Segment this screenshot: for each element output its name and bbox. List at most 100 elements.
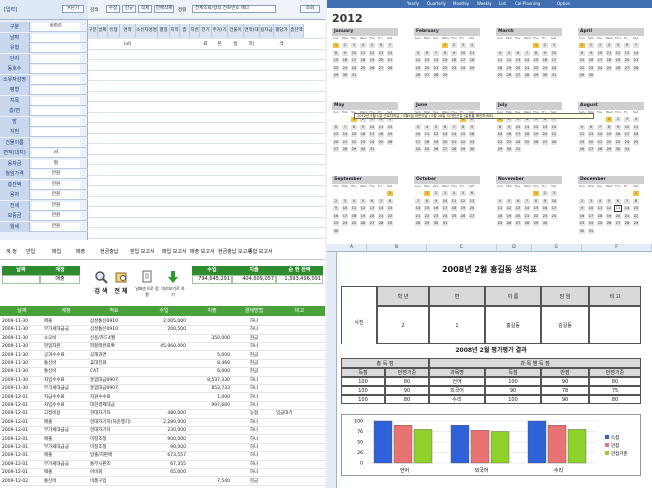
form-field[interactable]: 만원 [32, 180, 80, 189]
day-cell[interactable]: 2 [578, 197, 586, 205]
day-cell[interactable]: 8 [386, 197, 394, 205]
ledger-row[interactable]: 2009-12-01 부가세대급금 현대자기차 230,000 하나 [0, 427, 325, 436]
day-cell[interactable]: 23 [359, 138, 367, 146]
day-cell[interactable]: 13 [332, 131, 340, 138]
day-cell[interactable]: 6 [614, 197, 622, 205]
day-cell[interactable]: 4 [605, 42, 613, 49]
day-cell[interactable]: 25 [496, 72, 504, 79]
day-cell[interactable]: 22 [578, 64, 586, 72]
day-cell[interactable]: 26 [459, 212, 467, 220]
day-cell[interactable]: 12 [414, 57, 422, 64]
grid-column-header[interactable]: 날짜 [98, 24, 108, 38]
edit-button[interactable]: 수정 [106, 5, 120, 13]
day-cell[interactable]: 8 [578, 49, 586, 57]
day-cell[interactable]: 19 [578, 138, 586, 146]
day-cell[interactable]: 13 [377, 49, 385, 57]
all-button[interactable]: 전 체 [108, 270, 134, 302]
day-cell[interactable]: 23 [468, 138, 476, 146]
day-cell[interactable]: 18 [596, 212, 604, 220]
day-cell[interactable]: 10 [368, 123, 376, 131]
day-cell[interactable]: 27 [368, 220, 376, 227]
day-cell[interactable]: 17 [514, 131, 522, 138]
day-cell[interactable]: 12 [505, 205, 513, 212]
day-cell[interactable]: 19 [459, 205, 467, 212]
ledger-row[interactable]: 2009-12-01 부가세대급금 미정조정 90,000 하나 [0, 444, 325, 453]
day-cell[interactable]: 30 [359, 146, 367, 153]
day-cell[interactable]: 12 [386, 123, 394, 131]
day-cell[interactable]: 20 [541, 131, 549, 138]
day-cell[interactable]: 22 [423, 212, 431, 220]
day-cell[interactable]: 15 [605, 131, 613, 138]
day-cell[interactable]: 11 [596, 205, 604, 212]
day-cell[interactable]: 13 [441, 131, 449, 138]
ledger-tab[interactable]: 매입 [52, 248, 61, 255]
day-cell[interactable]: 14 [414, 205, 422, 212]
day-cell[interactable]: 10 [441, 197, 449, 205]
calendar-menu-item[interactable]: List [499, 0, 506, 8]
grid-column-header[interactable]: 건물이름 [228, 24, 244, 47]
day-cell[interactable]: 14 [623, 205, 631, 212]
day-cell[interactable]: 12 [605, 205, 613, 212]
day-cell[interactable]: 25 [359, 64, 367, 72]
day-cell[interactable]: 6 [441, 123, 449, 131]
day-cell[interactable]: 26 [605, 220, 613, 227]
day-cell[interactable]: 14 [523, 205, 531, 212]
day-cell[interactable]: 23 [614, 138, 622, 146]
form-field[interactable]: 만원 [32, 222, 80, 231]
day-cell[interactable]: 29 [441, 72, 449, 79]
day-cell[interactable]: 26 [505, 220, 513, 227]
close-button[interactable]: ✕닫기 [62, 5, 84, 13]
day-cell[interactable]: 3 [550, 190, 558, 197]
day-cell[interactable]: 23 [505, 138, 513, 146]
day-cell[interactable]: 16 [505, 131, 513, 138]
day-cell[interactable]: 26 [414, 72, 422, 79]
form-field[interactable] [32, 107, 80, 115]
day-cell[interactable]: 19 [505, 212, 513, 220]
ledger-row[interactable]: 2009-12-02 통신비 비품구입 7,540 현금 [0, 478, 325, 486]
day-cell[interactable]: 17 [350, 57, 358, 64]
day-cell[interactable]: 23 [432, 212, 440, 220]
ledger-row[interactable]: 2009-11-30 현업자본 피할레완료확 45,960,000 하나 [0, 343, 325, 352]
day-cell[interactable]: 6 [332, 123, 340, 131]
day-cell[interactable]: 15 [578, 57, 586, 64]
ledger-row[interactable]: 2009-12-01 부가세대급금 통부시판조 67,355 하나 [0, 461, 325, 470]
ledger-row[interactable]: 2009-11-30 통신비 CAT 6,000 현금 [0, 368, 325, 377]
day-cell[interactable]: 29 [532, 220, 540, 227]
day-cell[interactable]: 31 [350, 72, 358, 79]
day-cell[interactable]: 3 [459, 42, 467, 49]
day-cell[interactable]: 14 [432, 57, 440, 64]
day-cell[interactable]: 27 [423, 72, 431, 79]
day-cell[interactable]: 22 [332, 64, 340, 72]
day-cell[interactable]: 24 [459, 64, 467, 72]
grid-column-header[interactable]: 평당가격 [274, 24, 290, 47]
day-cell[interactable]: 8 [532, 197, 540, 205]
day-cell[interactable]: 1 [532, 42, 540, 49]
ledger-tab[interactable]: 판입 보고서 [130, 248, 155, 255]
day-cell[interactable]: 13 [468, 197, 476, 205]
day-cell[interactable]: 11 [523, 123, 531, 131]
day-cell[interactable]: 20 [332, 138, 340, 146]
day-cell[interactable]: 3 [623, 116, 631, 123]
ledger-tab[interactable]: 종합 보고서 [248, 248, 273, 255]
day-cell[interactable]: 1 [578, 42, 586, 49]
day-cell[interactable]: 9 [578, 205, 586, 212]
calendar-menu-item[interactable]: Yearly [407, 0, 419, 8]
day-cell[interactable]: 29 [332, 72, 340, 79]
form-field[interactable]: 만원 [32, 170, 80, 178]
day-cell[interactable]: 13 [423, 57, 431, 64]
day-cell[interactable]: 28 [386, 64, 394, 72]
form-field[interactable]: 만원 [32, 201, 80, 210]
day-cell[interactable]: 18 [423, 138, 431, 146]
day-cell[interactable]: 14 [377, 205, 385, 212]
day-cell[interactable]: 10 [623, 123, 631, 131]
day-cell[interactable]: 7 [623, 197, 631, 205]
grid-column-header[interactable]: 전기료 [200, 24, 212, 47]
day-cell[interactable]: 8 [332, 49, 340, 57]
day-cell[interactable]: 11 [450, 197, 458, 205]
day-cell[interactable]: 11 [632, 123, 640, 131]
day-cell[interactable]: 10 [350, 49, 358, 57]
day-cell[interactable]: 9 [468, 123, 476, 131]
ledger-column-header[interactable]: 지출 [192, 306, 232, 316]
day-cell[interactable]: 7 [414, 197, 422, 205]
day-cell[interactable]: 5 [359, 197, 367, 205]
